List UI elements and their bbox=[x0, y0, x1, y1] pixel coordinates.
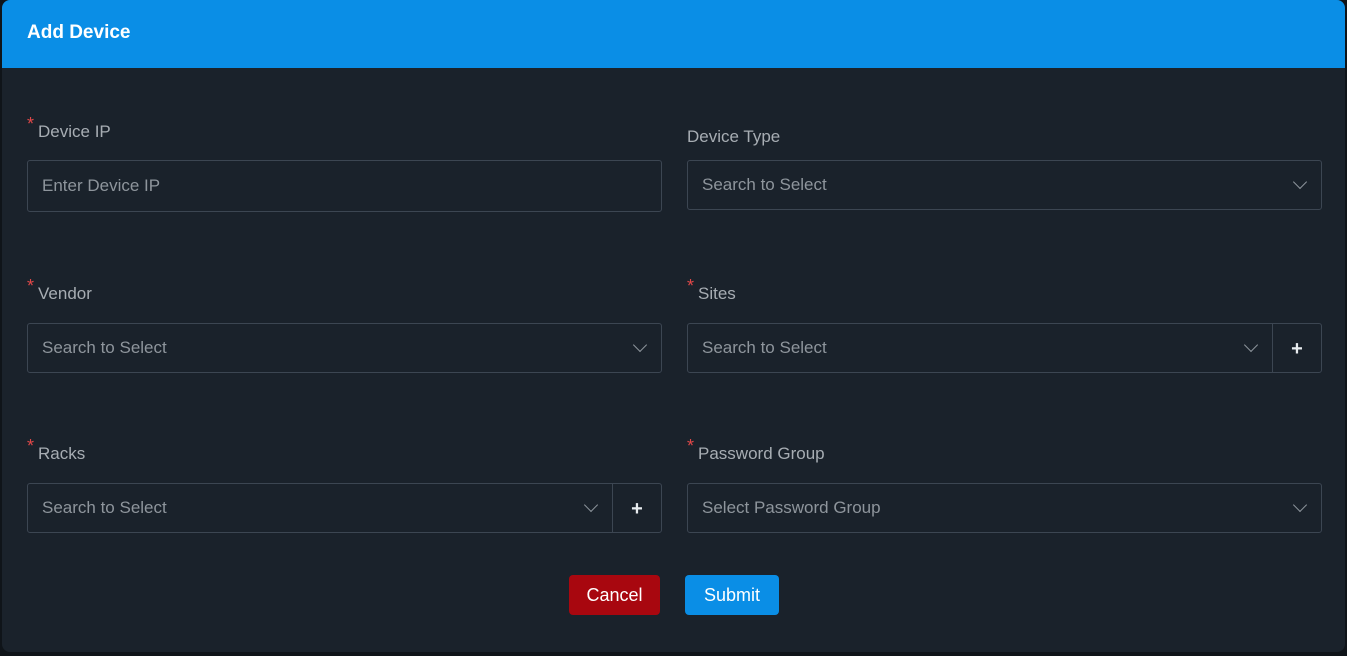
chevron-down-icon bbox=[632, 337, 648, 353]
chevron-down-icon bbox=[1292, 497, 1308, 513]
vendor-placeholder: Search to Select bbox=[42, 338, 167, 357]
device-type-field: Device Type Search to Select bbox=[687, 121, 1322, 213]
device-type-select-area[interactable]: Search to Select bbox=[688, 161, 1321, 209]
device-ip-field: * Device IP bbox=[27, 114, 662, 213]
add-rack-button[interactable]: + bbox=[612, 484, 661, 532]
vendor-select-area[interactable]: Search to Select bbox=[28, 324, 661, 372]
device-ip-input[interactable] bbox=[28, 161, 661, 211]
password-group-select[interactable]: Select Password Group bbox=[687, 483, 1322, 533]
chevron-down-icon bbox=[583, 497, 599, 513]
device-ip-control bbox=[27, 160, 662, 212]
racks-field: * Racks Search to Select + bbox=[27, 436, 662, 535]
device-ip-label: * Device IP bbox=[27, 114, 111, 141]
add-site-button[interactable]: + bbox=[1272, 324, 1321, 372]
required-marker: * bbox=[27, 436, 35, 456]
racks-label: * Racks bbox=[27, 436, 86, 463]
racks-select[interactable]: Search to Select bbox=[28, 484, 612, 532]
sites-control: Search to Select + bbox=[687, 323, 1322, 373]
vendor-field: * Vendor Search to Select bbox=[27, 276, 662, 375]
device-type-select[interactable]: Search to Select bbox=[687, 160, 1322, 210]
chevron-down-icon bbox=[1243, 337, 1259, 353]
password-group-select-area[interactable]: Select Password Group bbox=[688, 484, 1321, 532]
device-type-placeholder: Search to Select bbox=[702, 175, 827, 194]
sites-label: * Sites bbox=[687, 276, 736, 303]
sites-placeholder: Search to Select bbox=[702, 338, 827, 357]
password-group-label: * Password Group bbox=[687, 436, 825, 463]
chevron-down-icon bbox=[1292, 174, 1308, 190]
vendor-label: * Vendor bbox=[27, 276, 92, 303]
device-type-label: Device Type bbox=[687, 127, 781, 146]
password-group-field: * Password Group Select Password Group bbox=[687, 436, 1322, 535]
vendor-select[interactable]: Search to Select bbox=[27, 323, 662, 373]
racks-control: Search to Select + bbox=[27, 483, 662, 533]
required-marker: * bbox=[27, 276, 35, 296]
modal-header: Add Device bbox=[2, 0, 1345, 68]
sites-field: * Sites Search to Select + bbox=[687, 276, 1322, 375]
submit-button[interactable]: Submit bbox=[685, 575, 779, 615]
racks-placeholder: Search to Select bbox=[42, 498, 167, 517]
sites-select[interactable]: Search to Select bbox=[688, 324, 1272, 372]
add-device-modal: Add Device *Device IP Device Type Search… bbox=[2, 0, 1345, 652]
password-group-placeholder: Select Password Group bbox=[702, 498, 881, 517]
required-marker: * bbox=[687, 276, 695, 296]
modal-title: Add Device bbox=[27, 22, 131, 43]
required-marker: * bbox=[687, 436, 695, 456]
required-marker: * bbox=[27, 114, 35, 134]
cancel-button[interactable]: Cancel bbox=[569, 575, 660, 615]
